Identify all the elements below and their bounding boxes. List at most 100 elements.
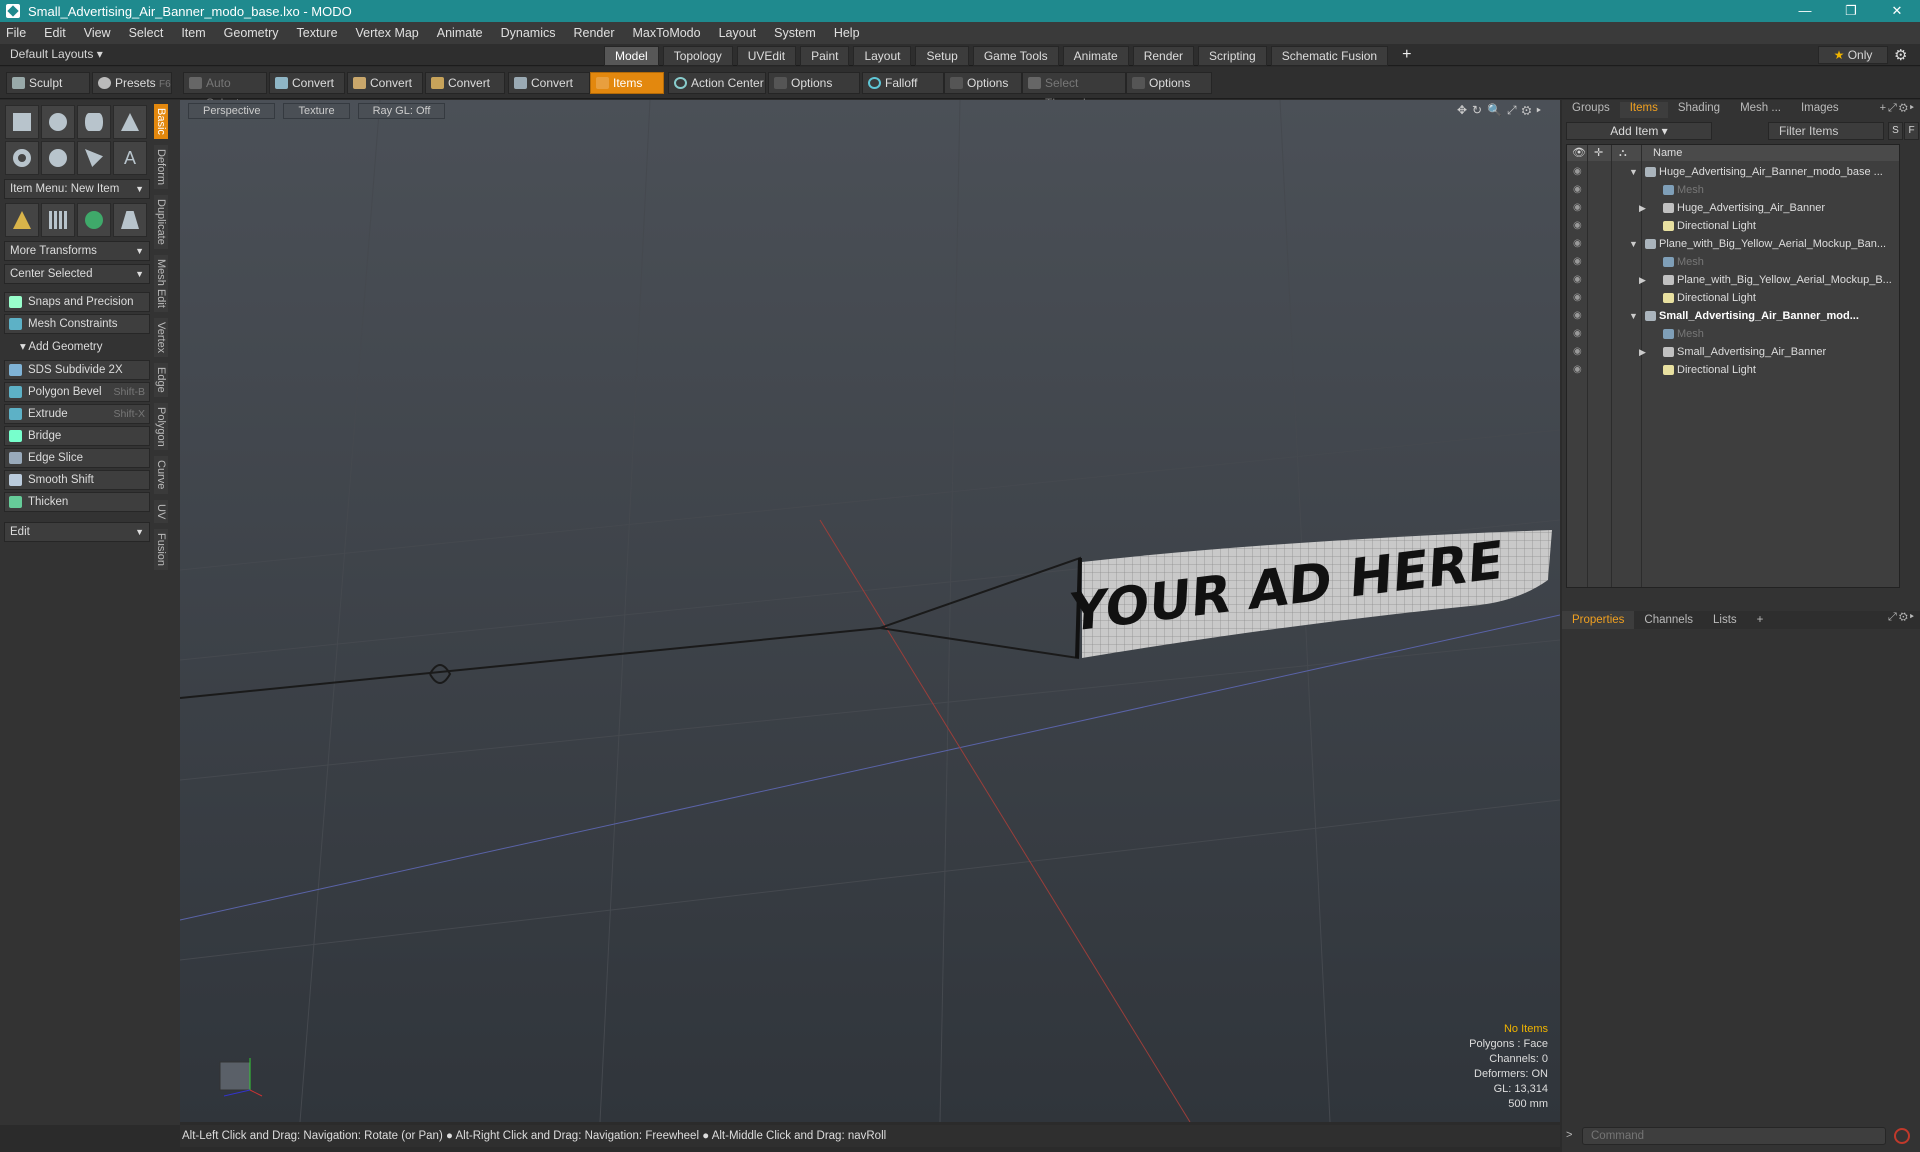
filter-items-input[interactable]: Filter Items: [1768, 122, 1884, 140]
sphere-icon[interactable]: [41, 105, 75, 139]
visibility-eye-icon[interactable]: ◉: [1573, 235, 1582, 253]
menu-item-file[interactable]: File: [6, 26, 26, 40]
tab-setup[interactable]: Setup: [915, 46, 969, 66]
add-props-tab-icon[interactable]: +: [1747, 611, 1774, 629]
tab-schematic-fusion[interactable]: Schematic Fusion: [1270, 46, 1389, 66]
command-input[interactable]: [1582, 1127, 1886, 1145]
panel-tab-shading[interactable]: Shading: [1668, 102, 1730, 118]
minimize-icon[interactable]: —: [1782, 0, 1828, 22]
default-layouts-dropdown[interactable]: Default Layouts ▾: [10, 47, 103, 61]
tab-render[interactable]: Render: [1132, 46, 1195, 66]
cube-icon[interactable]: [5, 105, 39, 139]
visibility-eye-icon[interactable]: ◉: [1573, 181, 1582, 199]
tree-row[interactable]: ◉ Directional Light: [1567, 217, 1899, 235]
tab-uvedit[interactable]: UVEdit: [736, 46, 797, 66]
tree-row[interactable]: ◉ Directional Light: [1567, 289, 1899, 307]
perspective-dropdown[interactable]: Perspective: [188, 103, 276, 119]
collapse-arrow-icon[interactable]: ▼: [1629, 235, 1638, 253]
close-icon[interactable]: ✕: [1874, 0, 1920, 22]
panel-tab-items[interactable]: Items: [1619, 102, 1668, 118]
menu-item-help[interactable]: Help: [834, 26, 860, 40]
auto-select-button[interactable]: Auto Select: [183, 72, 267, 110]
items-mode-button[interactable]: Items: [590, 72, 664, 94]
options-button-1[interactable]: Options: [768, 72, 860, 94]
options-button-3[interactable]: Options: [1126, 72, 1212, 94]
tab-animate[interactable]: Animate: [1062, 46, 1129, 66]
panel-tab-groups[interactable]: Groups: [1562, 102, 1620, 118]
tab-model[interactable]: Model: [604, 46, 659, 66]
sculpt-button[interactable]: Sculpt: [6, 72, 90, 94]
menu-item-animate[interactable]: Animate: [437, 26, 483, 40]
visibility-eye-icon[interactable]: ◉: [1573, 325, 1582, 343]
menu-item-item[interactable]: Item: [181, 26, 205, 40]
tool-thicken[interactable]: Thicken: [4, 492, 150, 512]
grid-icon[interactable]: [41, 203, 75, 237]
visibility-eye-icon[interactable]: ◉: [1573, 289, 1582, 307]
menu-item-select[interactable]: Select: [129, 26, 164, 40]
visibility-eye-icon[interactable]: ◉: [1573, 163, 1582, 181]
gear-icon[interactable]: ⚙: [1894, 46, 1907, 64]
transform-icon[interactable]: [5, 203, 39, 237]
convert-materials-button[interactable]: Convert: [508, 72, 590, 94]
cone-icon[interactable]: [113, 105, 147, 139]
visibility-eye-icon[interactable]: ◉: [1573, 271, 1582, 289]
props-tab-lists[interactable]: Lists: [1703, 611, 1747, 629]
convert-polygons-button[interactable]: Convert: [425, 72, 505, 94]
add-item-button[interactable]: Add Item ▾: [1566, 122, 1712, 140]
globe-icon[interactable]: [77, 203, 111, 237]
expand-arrow-icon[interactable]: ▶: [1639, 199, 1646, 217]
visibility-eye-icon[interactable]: ◉: [1573, 217, 1582, 235]
falloff-button[interactable]: Falloff: [862, 72, 944, 94]
menu-item-dynamics[interactable]: Dynamics: [501, 26, 556, 40]
tool-extrude[interactable]: Extrude Shift-X: [4, 404, 150, 424]
visibility-eye-icon[interactable]: ◉: [1573, 199, 1582, 217]
texture-dropdown[interactable]: Texture: [283, 103, 350, 119]
tool-bridge[interactable]: Bridge: [4, 426, 150, 446]
vtab-polygon[interactable]: Polygon: [154, 402, 168, 451]
tab-game-tools[interactable]: Game Tools: [972, 46, 1059, 66]
select-through-button[interactable]: Select Through: [1022, 72, 1126, 110]
visibility-eye-icon[interactable]: ◉: [1573, 343, 1582, 361]
panel-tab-mesh-[interactable]: Mesh ...: [1730, 102, 1791, 118]
s-button[interactable]: S: [1888, 122, 1903, 140]
maximize-icon[interactable]: ❐: [1828, 0, 1874, 22]
menu-item-layout[interactable]: Layout: [719, 26, 757, 40]
action-center-button[interactable]: Action Center: [668, 72, 766, 94]
tab-layout[interactable]: Layout: [853, 46, 912, 66]
menu-item-geometry[interactable]: Geometry: [224, 26, 279, 40]
add-geometry-header[interactable]: ▾ Add Geometry: [4, 337, 150, 357]
add-tab-icon[interactable]: +: [1392, 46, 1421, 66]
pen-icon[interactable]: [77, 141, 111, 175]
menu-item-render[interactable]: Render: [574, 26, 615, 40]
raygl-dropdown[interactable]: Ray GL: Off: [357, 103, 446, 119]
snaps-precision-button[interactable]: Snaps and Precision: [4, 292, 150, 312]
vtab-mesh-edit[interactable]: Mesh Edit: [154, 254, 168, 312]
presets-button[interactable]: Presets F6: [92, 72, 172, 94]
options-button-2[interactable]: Options: [944, 72, 1022, 94]
convert-edges-button[interactable]: Convert: [347, 72, 423, 94]
visibility-eye-icon[interactable]: ◉: [1573, 253, 1582, 271]
vtab-fusion[interactable]: Fusion: [154, 529, 168, 571]
torus-icon[interactable]: [5, 141, 39, 175]
menu-item-texture[interactable]: Texture: [297, 26, 338, 40]
center-selected-dropdown[interactable]: Center Selected ▼: [4, 264, 150, 284]
tool-polygon-bevel[interactable]: Polygon Bevel Shift-B: [4, 382, 150, 402]
3d-viewport[interactable]: YOUR AD HERE Perspective Texture Ray GL:…: [180, 100, 1560, 1122]
mesh-constraints-button[interactable]: Mesh Constraints: [4, 314, 150, 334]
panel-tools-icons[interactable]: +⤢⚙▸: [1880, 102, 1916, 115]
vtab-deform[interactable]: Deform: [154, 144, 168, 189]
tab-topology[interactable]: Topology: [662, 46, 733, 66]
tree-row[interactable]: ◉ ▼ Plane_with_Big_Yellow_Aerial_Mockup_Ba…: [1567, 235, 1899, 253]
tree-row[interactable]: ◉ Mesh: [1567, 181, 1899, 199]
text-icon[interactable]: A: [113, 141, 147, 175]
tree-row[interactable]: ◉ ▶ Plane_with_Big_Yellow_Aerial_Mockup_B.…: [1567, 271, 1899, 289]
vtab-curve[interactable]: Curve: [154, 456, 168, 494]
more-transforms-dropdown[interactable]: More Transforms ▼: [4, 241, 150, 261]
menu-item-system[interactable]: System: [774, 26, 816, 40]
tree-row[interactable]: ◉ Mesh: [1567, 325, 1899, 343]
tree-row[interactable]: ◉ ▶ Huge_Advertising_Air_Banner: [1567, 199, 1899, 217]
tree-row[interactable]: ◉ ▶ Small_Advertising_Air_Banner: [1567, 343, 1899, 361]
expand-arrow-icon[interactable]: ▶: [1639, 271, 1646, 289]
vtab-vertex[interactable]: Vertex: [154, 317, 168, 357]
tree-row[interactable]: ◉ ▼ Huge_Advertising_Air_Banner_modo_base …: [1567, 163, 1899, 181]
